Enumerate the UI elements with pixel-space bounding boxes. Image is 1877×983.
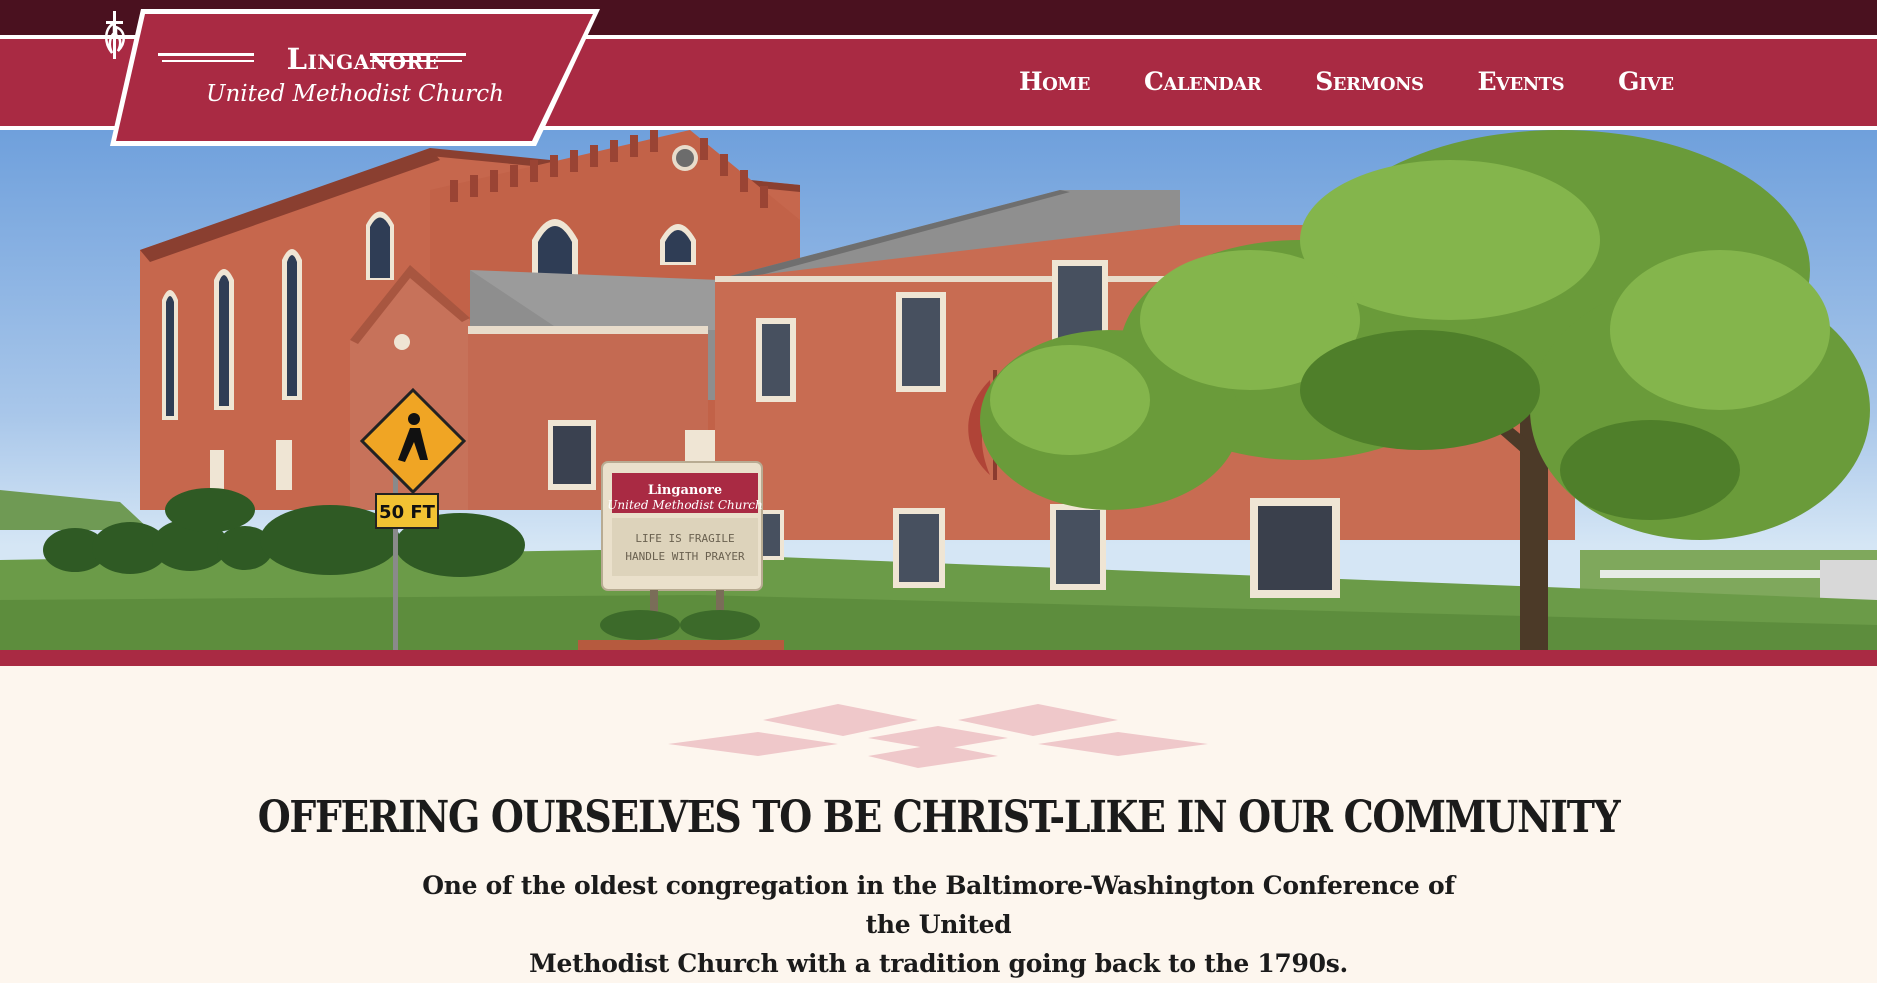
sign-message-line-2: HANDLE WITH PRAYER <box>625 550 745 563</box>
hero-image: 50 FT Linganore United Methodist Church … <box>0 130 1877 650</box>
site-logo[interactable]: Linganore United Methodist Church <box>100 9 600 148</box>
intro-description-line-2: Methodist Church with a tradition going … <box>529 949 1348 978</box>
nav-sermons[interactable]: Sermons <box>1315 64 1424 100</box>
sign-message-line-1: LIFE IS FRAGILE <box>635 532 734 545</box>
hero-bottom-bar <box>0 650 1877 666</box>
church-building-illustration: 50 FT Linganore United Methodist Church … <box>0 130 1877 650</box>
intro-heading: OFFERING OURSELVES TO BE CHRIST-LIKE IN … <box>257 792 1621 843</box>
intro-description: One of the oldest congregation in the Ba… <box>400 866 1477 983</box>
nav-calendar[interactable]: Calendar <box>1144 64 1262 100</box>
intro-description-line-1: One of the oldest congregation in the Ba… <box>422 871 1455 939</box>
intro-section: OFFERING OURSELVES TO BE CHRIST-LIKE IN … <box>0 666 1877 978</box>
diamond-ornament-icon <box>668 704 1208 768</box>
logo-subtitle: United Methodist Church <box>206 81 504 107</box>
nav-give[interactable]: Give <box>1618 64 1674 100</box>
logo-badge-shape <box>110 9 600 146</box>
sign-title-name: Linganore <box>648 483 722 498</box>
road-sign-text: 50 FT <box>379 502 436 523</box>
main-nav: Home Calendar Sermons Events Give <box>1019 64 1674 100</box>
cross-and-flame-icon <box>105 11 125 59</box>
nav-home[interactable]: Home <box>1019 64 1090 100</box>
logo-name: Linganore <box>286 42 440 76</box>
nav-events[interactable]: Events <box>1477 64 1564 100</box>
sign-title-church: United Methodist Church <box>607 498 762 512</box>
